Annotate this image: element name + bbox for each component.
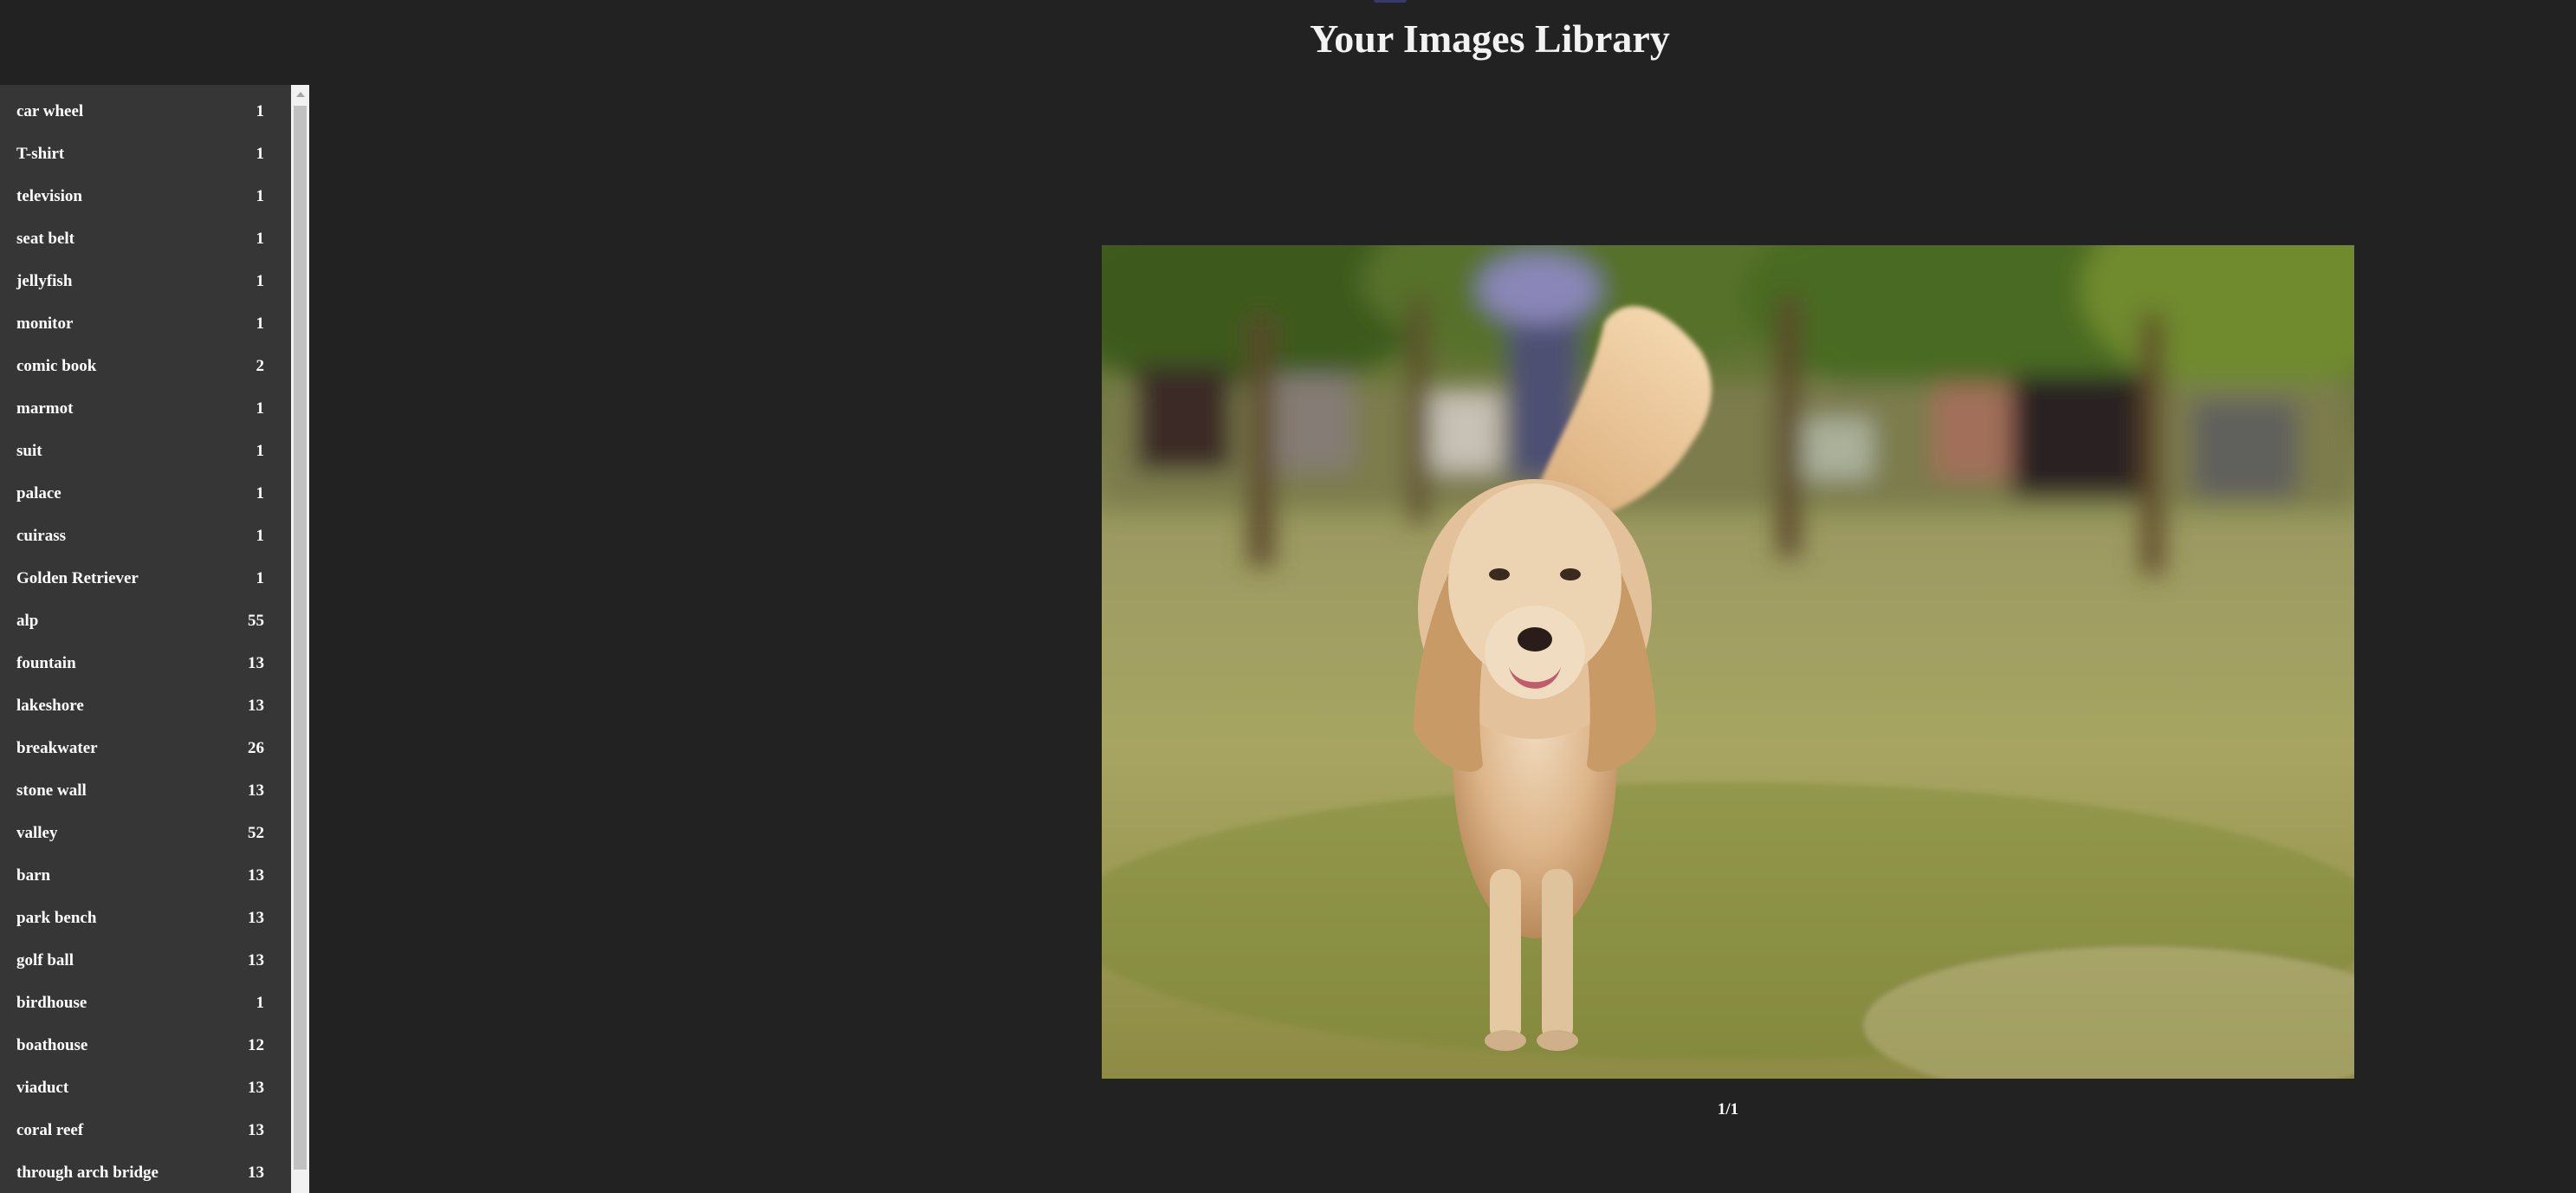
sidebar-item-label: monitor bbox=[16, 314, 74, 333]
top-accent bbox=[1374, 0, 1407, 3]
sidebar-item-count: 1 bbox=[256, 483, 265, 502]
sidebar-item-label: alp bbox=[16, 611, 39, 630]
sidebar-item-count: 1 bbox=[256, 399, 265, 418]
sidebar-item-label: breakwater bbox=[16, 738, 98, 757]
sidebar-item-label: valley bbox=[16, 823, 58, 842]
sidebar-item-label: cuirass bbox=[16, 526, 66, 545]
sidebar: car wheel 1 T-shirt 1 television 1 seat belt 1 j… bbox=[0, 85, 291, 1193]
sidebar-item-label: jellyfish bbox=[16, 271, 73, 290]
sidebar-item[interactable]: marmot 1 bbox=[0, 387, 291, 430]
sidebar-item-label: birdhouse bbox=[16, 993, 87, 1012]
sidebar-item[interactable]: palace 1 bbox=[0, 472, 291, 515]
sidebar-item[interactable]: lakeshore 13 bbox=[0, 684, 291, 727]
sidebar-item[interactable]: fountain 13 bbox=[0, 642, 291, 684]
sidebar-item-label: fountain bbox=[16, 653, 76, 672]
sidebar-item-count: 13 bbox=[248, 908, 264, 927]
sidebar-item-label: boathouse bbox=[16, 1035, 88, 1054]
sidebar-item[interactable]: birdhouse 1 bbox=[0, 982, 291, 1024]
sidebar-item-label: television bbox=[16, 186, 82, 205]
sidebar-item[interactable]: jellyfish 1 bbox=[0, 260, 291, 302]
sidebar-item-count: 2 bbox=[256, 356, 265, 375]
category-list: car wheel 1 T-shirt 1 television 1 seat belt 1 j… bbox=[0, 90, 291, 1193]
scrollbar-thumb[interactable] bbox=[294, 106, 307, 1170]
sidebar-item-count: 13 bbox=[248, 1078, 264, 1097]
sidebar-item[interactable]: stone wall 13 bbox=[0, 769, 291, 812]
sidebar-item[interactable]: barn 13 bbox=[0, 854, 291, 897]
sidebar-item-label: lakeshore bbox=[16, 696, 84, 715]
sidebar-item[interactable]: comic book 2 bbox=[0, 345, 291, 387]
sidebar-item-label: seat belt bbox=[16, 229, 75, 248]
sidebar-item-label: golf ball bbox=[16, 950, 74, 969]
sidebar-item[interactable]: seat belt 1 bbox=[0, 217, 291, 260]
sidebar-item-label: coral reef bbox=[16, 1120, 84, 1139]
sidebar-item[interactable]: alp 55 bbox=[0, 600, 291, 642]
sidebar-item-label: viaduct bbox=[16, 1078, 69, 1097]
sidebar-item[interactable]: through arch bridge 13 bbox=[0, 1151, 291, 1193]
sidebar-item[interactable]: Golden Retriever 1 bbox=[0, 557, 291, 600]
sidebar-item-count: 12 bbox=[248, 1035, 264, 1054]
sidebar-item-count: 13 bbox=[248, 653, 264, 672]
sidebar-scrollbar[interactable] bbox=[291, 85, 309, 1193]
sidebar-item[interactable]: golf ball 13 bbox=[0, 939, 291, 982]
sidebar-item-count: 13 bbox=[248, 1163, 264, 1182]
sidebar-item-count: 26 bbox=[248, 738, 264, 757]
sidebar-item-count: 1 bbox=[256, 229, 265, 248]
sidebar-item-label: car wheel bbox=[16, 101, 84, 120]
sidebar-item[interactable]: car wheel 1 bbox=[0, 90, 291, 133]
sidebar-item-count: 1 bbox=[256, 314, 265, 333]
sidebar-item-count: 1 bbox=[256, 101, 265, 120]
sidebar-item[interactable]: cuirass 1 bbox=[0, 515, 291, 557]
scroll-up-arrow-icon[interactable] bbox=[291, 85, 309, 104]
sidebar-item-count: 13 bbox=[248, 781, 264, 800]
sidebar-item[interactable]: park bench 13 bbox=[0, 897, 291, 939]
sidebar-item-label: barn bbox=[16, 866, 51, 885]
sidebar-item-label: stone wall bbox=[16, 781, 87, 800]
sidebar-item-label: park bench bbox=[16, 908, 97, 927]
sidebar-item[interactable]: viaduct 13 bbox=[0, 1067, 291, 1109]
sidebar-item-count: 52 bbox=[248, 823, 264, 842]
sidebar-item-count: 13 bbox=[248, 866, 264, 885]
sidebar-item[interactable]: valley 52 bbox=[0, 812, 291, 854]
sidebar-item-count: 1 bbox=[256, 441, 265, 460]
sidebar-item[interactable]: breakwater 26 bbox=[0, 727, 291, 769]
sidebar-item-count: 1 bbox=[256, 568, 265, 587]
page-title: Your Images Library bbox=[1310, 16, 1670, 61]
golden-retriever-photo bbox=[1102, 245, 2354, 1079]
sidebar-item-count: 1 bbox=[256, 993, 265, 1012]
sidebar-item-label: Golden Retriever bbox=[16, 568, 139, 587]
sidebar-item-count: 13 bbox=[248, 696, 264, 715]
sidebar-item[interactable]: T-shirt 1 bbox=[0, 133, 291, 175]
sidebar-item-count: 55 bbox=[248, 611, 264, 630]
pagination-indicator: 1/1 bbox=[1717, 1100, 1739, 1118]
sidebar-item[interactable]: suit 1 bbox=[0, 430, 291, 472]
sidebar-item[interactable]: monitor 1 bbox=[0, 302, 291, 345]
sidebar-item-count: 13 bbox=[248, 1120, 264, 1139]
sidebar-item-count: 1 bbox=[256, 271, 265, 290]
sidebar-item-label: palace bbox=[16, 483, 61, 502]
sidebar-item-label: through arch bridge bbox=[16, 1163, 159, 1182]
sidebar-item[interactable]: boathouse 12 bbox=[0, 1024, 291, 1067]
sidebar-item[interactable]: coral reef 13 bbox=[0, 1109, 291, 1151]
sidebar-item-count: 1 bbox=[256, 144, 265, 163]
sidebar-item-label: suit bbox=[16, 441, 42, 460]
sidebar-item-count: 1 bbox=[256, 526, 265, 545]
sidebar-item[interactable]: television 1 bbox=[0, 175, 291, 217]
sidebar-item-label: comic book bbox=[16, 356, 97, 375]
main-image[interactable] bbox=[1102, 245, 2354, 1079]
sidebar-item-label: T-shirt bbox=[16, 144, 65, 163]
sidebar-item-count: 13 bbox=[248, 950, 264, 969]
sidebar-item-label: marmot bbox=[16, 399, 74, 418]
sidebar-item-count: 1 bbox=[256, 186, 265, 205]
